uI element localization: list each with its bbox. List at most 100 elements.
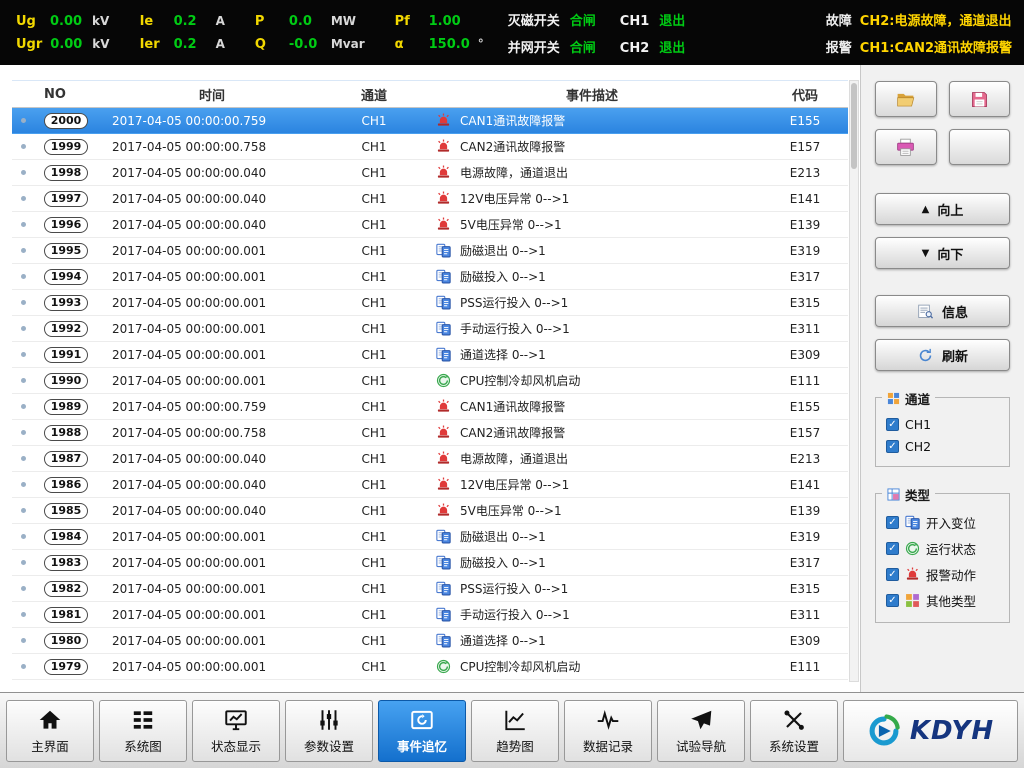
row-bullet-icon <box>21 378 26 383</box>
print-button[interactable] <box>875 129 937 165</box>
table-row[interactable]: 1980 2017-04-05 00:00:00.001 CH1 通道选择 0-… <box>12 628 848 654</box>
table-row[interactable]: 1993 2017-04-05 00:00:00.001 CH1 PSS运行投入… <box>12 290 848 316</box>
input-event-icon <box>436 633 451 648</box>
alarm-event-icon <box>436 191 451 206</box>
type-group-icon <box>887 488 900 501</box>
row-bullet-icon <box>21 612 26 617</box>
row-time: 2017-04-05 00:00:00.040 <box>98 452 326 466</box>
tab-home[interactable]: 主界面 <box>6 700 94 762</box>
row-desc: PSS运行投入 0-->1 <box>460 580 568 597</box>
table-row[interactable]: 1996 2017-04-05 00:00:00.040 CH1 5V电压异常 … <box>12 212 848 238</box>
table-row[interactable]: 1988 2017-04-05 00:00:00.758 CH1 CAN2通讯故… <box>12 420 848 446</box>
empty-button[interactable] <box>949 129 1011 165</box>
bottom-nav: 主界面系统图状态显示参数设置事件追忆趋势图数据记录试验导航系统设置 KDYH <box>0 692 1024 768</box>
measurement-grid: Ug0.00kVIe0.2AP0.0MWPf1.00Ugr0.00kVIer0.… <box>16 14 484 52</box>
alarm-event-icon <box>436 217 451 232</box>
table-row[interactable]: 1981 2017-04-05 00:00:00.001 CH1 手动运行投入 … <box>12 602 848 628</box>
row-bullet-icon <box>21 170 26 175</box>
row-time: 2017-04-05 00:00:00.758 <box>98 426 326 440</box>
row-bullet-icon <box>21 456 26 461</box>
row-no: 1986 <box>44 477 89 493</box>
table-scrollbar[interactable] <box>849 80 859 682</box>
channel-group-icon <box>887 392 900 405</box>
up-arrow-icon: ▲ <box>922 204 930 215</box>
checkbox[interactable]: ✓ <box>886 568 899 581</box>
input-event-icon <box>436 295 451 310</box>
row-code: E311 <box>762 608 848 622</box>
row-time: 2017-04-05 00:00:00.040 <box>98 218 326 232</box>
row-code: E319 <box>762 244 848 258</box>
table-row[interactable]: 1979 2017-04-05 00:00:00.001 CH1 CPU控制冷却… <box>12 654 848 680</box>
table-row[interactable]: 1983 2017-04-05 00:00:00.001 CH1 励磁投入 0-… <box>12 550 848 576</box>
alarm-event-icon <box>436 477 451 492</box>
input-event-icon <box>436 321 451 336</box>
channel-checkbox-list: ✓CH1✓CH2 <box>884 417 1001 454</box>
table-row[interactable]: 1982 2017-04-05 00:00:00.001 CH1 PSS运行投入… <box>12 576 848 602</box>
tab-test-nav[interactable]: 试验导航 <box>657 700 745 762</box>
header-time: 时间 <box>98 85 326 104</box>
row-no: 1993 <box>44 295 89 311</box>
table-row[interactable]: 1995 2017-04-05 00:00:00.001 CH1 励磁退出 0-… <box>12 238 848 264</box>
row-time: 2017-04-05 00:00:00.001 <box>98 244 326 258</box>
table-row[interactable]: 1985 2017-04-05 00:00:00.040 CH1 5V电压异常 … <box>12 498 848 524</box>
table-row[interactable]: 1999 2017-04-05 00:00:00.758 CH1 CAN2通讯故… <box>12 134 848 160</box>
row-channel: CH1 <box>326 322 422 336</box>
row-no: 1992 <box>44 321 89 337</box>
tab-data-record[interactable]: 数据记录 <box>564 700 652 762</box>
tab-system-settings[interactable]: 系统设置 <box>750 700 838 762</box>
open-file-button[interactable] <box>875 81 937 117</box>
input-event-icon <box>436 269 451 284</box>
checkbox[interactable]: ✓ <box>886 516 899 529</box>
filter-报警动作: ✓报警动作 <box>886 565 999 584</box>
checkbox[interactable]: ✓ <box>886 418 899 431</box>
run-event-icon <box>436 659 451 674</box>
row-code: E213 <box>762 166 848 180</box>
row-channel: CH1 <box>326 270 422 284</box>
table-row[interactable]: 1989 2017-04-05 00:00:00.759 CH1 CAN1通讯故… <box>12 394 848 420</box>
row-bullet-icon <box>21 534 26 539</box>
table-row[interactable]: 2000 2017-04-05 00:00:00.759 CH1 CAN1通讯故… <box>12 108 848 134</box>
input-event-icon <box>436 347 451 362</box>
row-no: 1982 <box>44 581 89 597</box>
filter-其他类型: ✓其他类型 <box>886 591 999 610</box>
tab-event-recall[interactable]: 事件追忆 <box>378 700 466 762</box>
alarm-event-icon <box>436 113 451 128</box>
scroll-down-button[interactable]: ▼ 向下 <box>875 237 1010 269</box>
table-row[interactable]: 1984 2017-04-05 00:00:00.001 CH1 励磁退出 0-… <box>12 524 848 550</box>
tab-param-settings[interactable]: 参数设置 <box>285 700 373 762</box>
table-row[interactable]: 1997 2017-04-05 00:00:00.040 CH1 12V电压异常… <box>12 186 848 212</box>
refresh-button[interactable]: 刷新 <box>875 339 1010 371</box>
table-row[interactable]: 1987 2017-04-05 00:00:00.040 CH1 电源故障，通道… <box>12 446 848 472</box>
row-desc: 通道选择 0-->1 <box>460 632 546 649</box>
table-row[interactable]: 1998 2017-04-05 00:00:00.040 CH1 电源故障，通道… <box>12 160 848 186</box>
row-time: 2017-04-05 00:00:00.001 <box>98 582 326 596</box>
table-row[interactable]: 1992 2017-04-05 00:00:00.001 CH1 手动运行投入 … <box>12 316 848 342</box>
table-row[interactable]: 1986 2017-04-05 00:00:00.040 CH1 12V电压异常… <box>12 472 848 498</box>
row-no: 1979 <box>44 659 89 675</box>
row-no: 2000 <box>44 113 89 129</box>
info-button[interactable]: 信息 <box>875 295 1010 327</box>
row-bullet-icon <box>21 638 26 643</box>
scroll-up-label: 向上 <box>937 200 963 219</box>
alarm-message: 报警 CH1:CAN2通讯故障报警 <box>826 37 1012 56</box>
row-channel: CH1 <box>326 400 422 414</box>
row-channel: CH1 <box>326 192 422 206</box>
scrollbar-thumb[interactable] <box>851 83 857 169</box>
row-time: 2017-04-05 00:00:00.001 <box>98 296 326 310</box>
checkbox[interactable]: ✓ <box>886 542 899 555</box>
row-channel: CH1 <box>326 634 422 648</box>
scroll-up-button[interactable]: ▲ 向上 <box>875 193 1010 225</box>
alarm-event-icon <box>436 399 451 414</box>
table-row[interactable]: 1991 2017-04-05 00:00:00.001 CH1 通道选择 0-… <box>12 342 848 368</box>
tab-trend[interactable]: 趋势图 <box>471 700 559 762</box>
tab-system-diagram[interactable]: 系统图 <box>99 700 187 762</box>
measurement-Q: Q-0.0Mvar <box>255 37 365 52</box>
tab-status-display[interactable]: 状态显示 <box>192 700 280 762</box>
checkbox[interactable]: ✓ <box>886 594 899 607</box>
checkbox[interactable]: ✓ <box>886 440 899 453</box>
save-button[interactable] <box>949 81 1011 117</box>
table-row[interactable]: 1990 2017-04-05 00:00:00.001 CH1 CPU控制冷却… <box>12 368 848 394</box>
table-row[interactable]: 1994 2017-04-05 00:00:00.001 CH1 励磁投入 0-… <box>12 264 848 290</box>
channel-group-label: 通道 <box>905 389 930 408</box>
row-desc: 电源故障，通道退出 <box>460 164 568 181</box>
